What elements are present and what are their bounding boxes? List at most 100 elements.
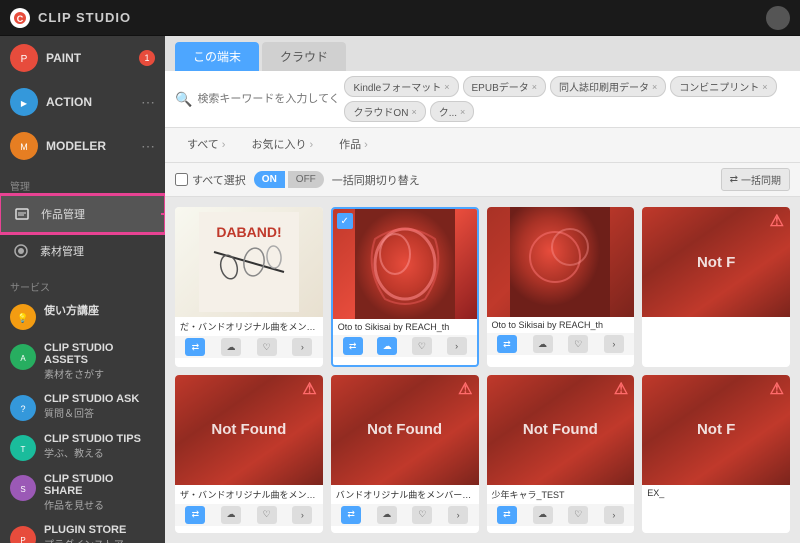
share-icon: S — [10, 475, 36, 501]
toggle-off[interactable]: OFF — [288, 171, 324, 188]
share-label: CLIP STUDIO SHARE — [44, 473, 155, 497]
cloud-btn-5[interactable]: ☁ — [221, 506, 241, 524]
heart-btn-7[interactable]: ♡ — [568, 506, 588, 524]
not-found-thumb-5: ⚠ Not Found — [175, 375, 323, 485]
cloud-btn-6[interactable]: ☁ — [377, 506, 397, 524]
heart-btn-1[interactable]: ♡ — [257, 338, 277, 356]
filter-row: 🔍 Kindleフォーマット × EPUBデータ × 同人誌印刷用データ × コ… — [165, 71, 800, 128]
app-logo: C — [10, 8, 30, 28]
plugin-label: PLUGIN STORE — [44, 524, 126, 536]
select-all-checkbox[interactable] — [175, 173, 188, 186]
grid-item-7: ⚠ Not Found 少年キャラ_TEST ⇄ ☁ ♡ › — [487, 375, 635, 534]
chip-kindle-close[interactable]: × — [444, 82, 449, 92]
bulk-sync-btn[interactable]: ⇄ 一括同期 — [721, 168, 790, 191]
heart-btn-5[interactable]: ♡ — [257, 506, 277, 524]
sidebar-item-modeler[interactable]: M MODELER ⋯ — [0, 124, 165, 168]
chip-more-label: ク... — [439, 104, 457, 119]
chip-doujin-label: 同人誌印刷用データ — [559, 79, 649, 94]
sync-btn-5[interactable]: ⇄ — [185, 506, 205, 524]
filter-search-input[interactable] — [197, 93, 339, 105]
svg-text:T: T — [21, 445, 26, 454]
tab-cloud[interactable]: クラウド — [262, 42, 346, 71]
chip-epub[interactable]: EPUBデータ × — [463, 76, 547, 97]
chip-cloudon[interactable]: クラウドON × — [344, 101, 425, 122]
not-found-text-7: Not Found — [523, 421, 598, 438]
grid-item-1: DABAND! だ・バンドオリジナル曲をメンバー ⇄ ☁ ♡ › — [175, 207, 323, 367]
chip-doujin-close[interactable]: × — [652, 82, 657, 92]
heart-btn-3[interactable]: ♡ — [568, 335, 588, 353]
sidebar-item-works[interactable]: 作品管理 — [0, 195, 165, 233]
sidebar-item-materials[interactable]: 素材管理 — [0, 233, 165, 269]
sidebar-service-tutorial[interactable]: 💡 使い方講座 — [0, 296, 165, 336]
cloud-btn-7[interactable]: ☁ — [533, 506, 553, 524]
sidebar-service-ask[interactable]: ? CLIP STUDIO ASK 質問＆回答 — [0, 387, 165, 427]
sync-btn-7[interactable]: ⇄ — [497, 506, 517, 524]
services-section-label: サービス — [0, 273, 165, 296]
chip-kindle[interactable]: Kindleフォーマット × — [344, 76, 458, 97]
arrow-btn-2[interactable]: › — [447, 337, 467, 355]
grid-label-7: 少年キャラ_TEST — [487, 485, 635, 504]
grid-actions-1: ⇄ ☁ ♡ › — [175, 336, 323, 358]
grid-actions-3: ⇄ ☁ ♡ › — [487, 333, 635, 355]
nf-text-7: Not Found — [487, 375, 635, 485]
chip-doujin[interactable]: 同人誌印刷用データ × — [550, 76, 666, 97]
arrow-btn-3[interactable]: › — [604, 335, 624, 353]
cloud-btn-3[interactable]: ☁ — [533, 335, 553, 353]
sidebar-service-tips[interactable]: T CLIP STUDIO TIPS 学ぶ、教える — [0, 427, 165, 467]
cat-works[interactable]: 作品› — [327, 132, 380, 158]
grid-actions-6: ⇄ ☁ ♡ › — [331, 504, 479, 526]
arrow-btn-7[interactable]: › — [604, 506, 624, 524]
ask-sub: 質問＆回答 — [44, 405, 139, 420]
not-found-text-4: Not F — [697, 254, 735, 271]
cat-favorites[interactable]: お気に入り› — [239, 132, 325, 158]
tab-this-device[interactable]: この端末 — [175, 42, 259, 71]
user-avatar[interactable] — [766, 6, 790, 30]
nf-text-5: Not Found — [175, 375, 323, 485]
cloud-btn-1[interactable]: ☁ — [221, 338, 241, 356]
tutorial-text: 使い方講座 — [44, 302, 99, 318]
chip-conbini[interactable]: コンビニプリント × — [670, 76, 776, 97]
ask-label: CLIP STUDIO ASK — [44, 393, 139, 405]
paint-label: PAINT — [46, 51, 131, 65]
sync-btn-6[interactable]: ⇄ — [341, 506, 361, 524]
arrow-btn-1[interactable]: › — [292, 338, 312, 356]
tutorial-label: 使い方講座 — [44, 302, 99, 318]
svg-text:C: C — [17, 14, 24, 24]
svg-text:P: P — [20, 536, 25, 543]
chip-more-close[interactable]: × — [460, 107, 465, 117]
grid-label-4 — [642, 317, 790, 323]
sidebar-service-share[interactable]: S CLIP STUDIO SHARE 作品を見せる — [0, 467, 165, 518]
sync-btn-1[interactable]: ⇄ — [185, 338, 205, 356]
heart-btn-2[interactable]: ♡ — [412, 337, 432, 355]
arrow-btn-6[interactable]: › — [448, 506, 468, 524]
paint-icon: P — [10, 44, 38, 72]
sync-btn-3[interactable]: ⇄ — [497, 335, 517, 353]
grid-label-8: EX_ — [642, 485, 790, 501]
tips-label: CLIP STUDIO TIPS — [44, 433, 141, 445]
modeler-label: MODELER — [46, 139, 133, 153]
chip-more[interactable]: ク... × — [430, 101, 475, 122]
sidebar-item-action[interactable]: ▶ ACTION ⋯ — [0, 80, 165, 124]
select-all-check[interactable]: すべて選択 — [175, 172, 246, 188]
sidebar-service-plugin[interactable]: P PLUGIN STORE プラグインストア — [0, 518, 165, 543]
cloud-btn-2[interactable]: ☁ — [377, 337, 397, 355]
grid-item-6: ⚠ Not Found バンドオリジナル曲をメンバーに伝... ⇄ ☁ ♡ › — [331, 375, 479, 534]
action-label: ACTION — [46, 95, 133, 109]
arrow-btn-5[interactable]: › — [292, 506, 312, 524]
not-found-text-8: Not F — [697, 421, 735, 438]
cat-all[interactable]: すべて› — [175, 132, 237, 158]
svg-text:💡: 💡 — [17, 312, 28, 323]
app-title: CLIP STUDIO — [38, 10, 131, 25]
assets-sub: 素材をさがす — [44, 366, 155, 381]
chip-cloudon-close[interactable]: × — [411, 107, 416, 117]
tips-icon: T — [10, 435, 36, 461]
sidebar-service-assets[interactable]: A CLIP STUDIO ASSETS 素材をさがす — [0, 336, 165, 387]
grid-item-4: ⚠ Not F — [642, 207, 790, 367]
chip-epub-close[interactable]: × — [532, 82, 537, 92]
plugin-sub: プラグインストア — [44, 536, 126, 543]
sidebar-item-paint[interactable]: P PAINT 1 — [0, 36, 165, 80]
chip-conbini-close[interactable]: × — [762, 82, 767, 92]
toggle-on[interactable]: ON — [254, 171, 285, 188]
heart-btn-6[interactable]: ♡ — [412, 506, 432, 524]
sync-btn-2[interactable]: ⇄ — [343, 337, 363, 355]
